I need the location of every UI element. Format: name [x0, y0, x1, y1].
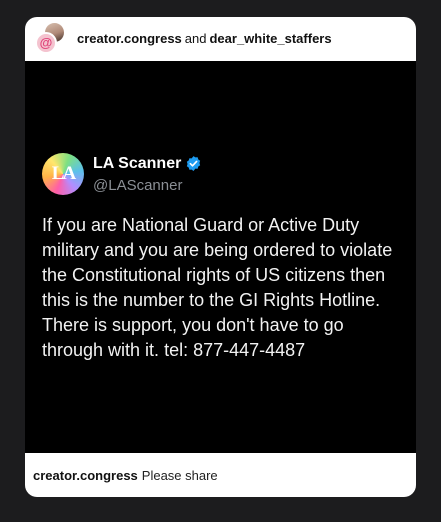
post-authors: creator.congress and dear_white_staffers [77, 31, 332, 46]
collab-avatars[interactable]: @ [34, 21, 70, 57]
author-link-dear-white-staffers[interactable]: dear_white_staffers [209, 31, 331, 46]
at-sign-icon: @ [39, 35, 53, 50]
tweet-name-row: LA Scanner [93, 155, 202, 173]
post-media[interactable]: LA LA Scanner @LAScanner If you are Nati… [25, 61, 416, 453]
post-header: @ creator.congress and dear_white_staffers [25, 17, 416, 60]
caption-text: Please share [141, 468, 218, 483]
tweet-names: LA Scanner @LAScanner [93, 155, 202, 194]
tweet-avatar: LA [42, 153, 84, 195]
post-caption: creator.congress Please share [25, 454, 416, 497]
verified-badge-icon [187, 156, 201, 171]
tweet-display-name: LA Scanner [93, 154, 182, 172]
tweet-handle: @LAScanner [93, 176, 183, 194]
authors-conjunction: and [184, 31, 207, 46]
tweet-avatar-logo: LA [51, 163, 76, 184]
post-card: @ creator.congress and dear_white_staffers… [25, 17, 416, 497]
tweet-text: If you are National Guard or Active Duty… [42, 215, 393, 360]
author-link-creator-congress[interactable]: creator.congress [77, 31, 182, 46]
avatar-creator-congress[interactable]: @ [35, 31, 57, 54]
tweet-header: LA LA Scanner @LAScanner [42, 153, 202, 195]
caption-author-link[interactable]: creator.congress [33, 468, 138, 483]
